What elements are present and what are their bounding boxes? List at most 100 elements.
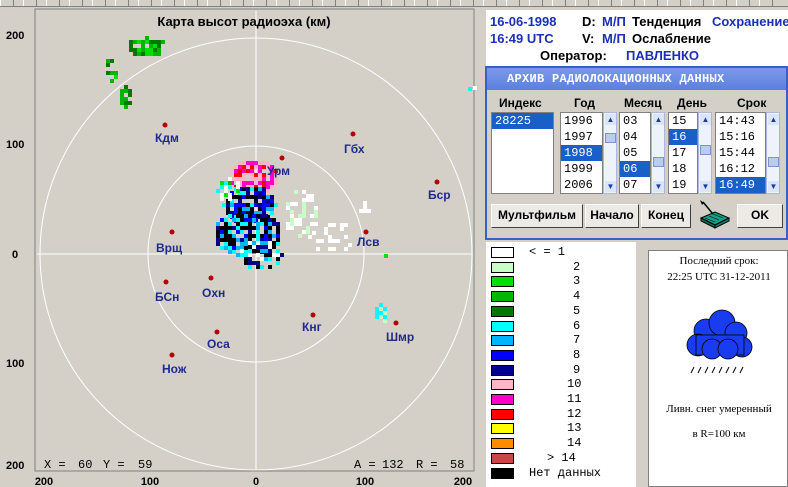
multfilm-button[interactable]: Мультфильм xyxy=(491,204,583,228)
term-item[interactable]: 16:12 xyxy=(716,161,765,177)
day-item[interactable]: 18 xyxy=(669,161,697,177)
toolbar-button[interactable] xyxy=(322,0,336,6)
toolbar-button[interactable] xyxy=(0,0,14,6)
city-marker xyxy=(350,131,356,137)
toolbar-button[interactable] xyxy=(483,0,497,6)
left-tick-0: 0 xyxy=(12,249,18,261)
year-list[interactable]: 1996 1997 1998 1999 2006 xyxy=(560,112,603,194)
month-item[interactable]: 05 xyxy=(620,145,650,161)
start-button[interactable]: Начало xyxy=(585,204,639,228)
toolbar-button[interactable] xyxy=(253,0,267,6)
year-scrollbar[interactable]: ▲ ▼ xyxy=(603,112,617,194)
toolbar-button[interactable] xyxy=(575,0,589,6)
radar-map[interactable]: Кдм Гбх Урм Бср Лсв Врщ Охн БСн Кнг Шмр Оса Нож Кар… xyxy=(0,7,484,487)
day-list[interactable]: 15 16 17 18 19 xyxy=(668,112,698,194)
year-item-selected[interactable]: 1998 xyxy=(561,145,602,161)
term-scrollbar[interactable]: ▲ ▼ xyxy=(766,112,780,194)
toolbar-button[interactable] xyxy=(598,0,612,6)
toolbar-button[interactable] xyxy=(460,0,474,6)
scroll-thumb[interactable] xyxy=(605,133,616,143)
legend-swatch xyxy=(491,408,514,420)
scroll-down-icon[interactable]: ▼ xyxy=(700,181,711,192)
year-item[interactable]: 1999 xyxy=(561,161,602,177)
index-item[interactable]: 28225 xyxy=(492,113,553,129)
term-item[interactable]: 15:44 xyxy=(716,145,765,161)
bottom-tick-200-left: 200 xyxy=(35,476,53,487)
year-item[interactable]: 1996 xyxy=(561,113,602,129)
scroll-up-icon[interactable]: ▲ xyxy=(768,114,779,125)
day-item-selected[interactable]: 16 xyxy=(669,129,697,145)
toolbar-button[interactable] xyxy=(92,0,106,6)
toolbar-button[interactable] xyxy=(184,0,198,6)
ok-button[interactable]: OK xyxy=(737,204,783,228)
month-item[interactable]: 03 xyxy=(620,113,650,129)
toolbar-button[interactable] xyxy=(161,0,175,6)
toolbar-button[interactable] xyxy=(552,0,566,6)
toolbar-button[interactable] xyxy=(115,0,129,6)
toolbar-button[interactable] xyxy=(207,0,221,6)
toolbar-button[interactable] xyxy=(621,0,635,6)
month-list[interactable]: 03 04 05 06 07 xyxy=(619,112,651,194)
toolbar-button[interactable] xyxy=(667,0,681,6)
term-list[interactable]: 14:43 15:16 15:44 16:12 16:49 xyxy=(715,112,766,194)
scroll-down-icon[interactable]: ▼ xyxy=(605,181,616,192)
toolbar-button[interactable] xyxy=(414,0,428,6)
month-item[interactable]: 04 xyxy=(620,129,650,145)
toolbar-button[interactable] xyxy=(759,0,773,6)
day-item[interactable]: 19 xyxy=(669,177,697,193)
archive-book-icon[interactable] xyxy=(697,200,731,230)
month-scrollbar[interactable]: ▲ ▼ xyxy=(651,112,665,194)
toolbar-button[interactable] xyxy=(69,0,83,6)
legend-swatch xyxy=(491,276,514,288)
term-item-selected[interactable]: 16:49 xyxy=(716,177,765,193)
scroll-up-icon[interactable]: ▲ xyxy=(605,114,616,125)
scroll-thumb[interactable] xyxy=(700,145,711,155)
readout-y-label: Y = xyxy=(103,458,125,472)
archive-dialog: АРХИВ РАДИОЛОКАЦИОННЫХ ДАННЫХ Индекс Год… xyxy=(485,66,788,240)
index-list[interactable]: 28225 xyxy=(491,112,554,194)
year-item[interactable]: 2006 xyxy=(561,177,602,193)
month-item-selected[interactable]: 06 xyxy=(620,161,650,177)
day-scrollbar[interactable]: ▲ ▼ xyxy=(698,112,712,194)
toolbar-button[interactable] xyxy=(690,0,704,6)
scroll-down-icon[interactable]: ▼ xyxy=(653,181,664,192)
city-label: Врщ xyxy=(156,241,183,255)
toolbar-button[interactable] xyxy=(230,0,244,6)
toolbar-button[interactable] xyxy=(713,0,727,6)
scroll-thumb[interactable] xyxy=(768,157,779,167)
readout-y-value: 59 xyxy=(138,458,152,472)
city-label: Бср xyxy=(428,188,451,202)
toolbar-button[interactable] xyxy=(506,0,520,6)
toolbar-button[interactable] xyxy=(529,0,543,6)
day-item[interactable]: 15 xyxy=(669,113,697,129)
toolbar-button[interactable] xyxy=(299,0,313,6)
toolbar-button[interactable] xyxy=(345,0,359,6)
scroll-up-icon[interactable]: ▲ xyxy=(700,114,711,125)
month-item[interactable]: 07 xyxy=(620,177,650,193)
scroll-up-icon[interactable]: ▲ xyxy=(653,114,664,125)
term-item[interactable]: 14:43 xyxy=(716,113,765,129)
toolbar-button[interactable] xyxy=(644,0,658,6)
city-label: Оса xyxy=(207,337,230,351)
toolbar-button[interactable] xyxy=(276,0,290,6)
toolbar-button[interactable] xyxy=(368,0,382,6)
legend-label: 11 xyxy=(567,392,582,406)
trend-label: Тенденция xyxy=(632,14,702,29)
year-item[interactable]: 1997 xyxy=(561,129,602,145)
toolbar-button[interactable] xyxy=(391,0,405,6)
toolbar-button[interactable] xyxy=(23,0,37,6)
day-item[interactable]: 17 xyxy=(669,145,697,161)
scroll-down-icon[interactable]: ▼ xyxy=(768,181,779,192)
city-marker xyxy=(434,179,440,185)
end-button[interactable]: Конец xyxy=(641,204,691,228)
height-legend: < = 1 2 3 4 5 6 7 8 9 10 11 12 13 14 > 14 Нет данных xyxy=(486,242,636,487)
legend-swatch xyxy=(491,423,514,435)
d-label: D: xyxy=(582,14,596,29)
toolbar-button[interactable] xyxy=(736,0,750,6)
toolbar-button[interactable] xyxy=(138,0,152,6)
toolbar-button[interactable] xyxy=(46,0,60,6)
bottom-tick-200-right: 200 xyxy=(454,476,472,487)
term-item[interactable]: 15:16 xyxy=(716,129,765,145)
scroll-thumb[interactable] xyxy=(653,157,664,167)
toolbar-button[interactable] xyxy=(437,0,451,6)
